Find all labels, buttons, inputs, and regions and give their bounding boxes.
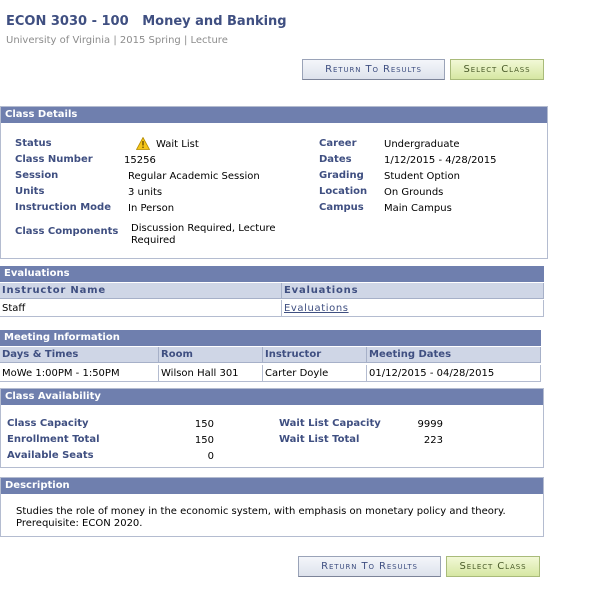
column-room: Room <box>159 347 263 363</box>
dates-value: 1/12/2015 - 4/28/2015 <box>384 155 497 166</box>
wait-list-capacity-value: 9999 <box>417 419 443 430</box>
return-to-results-button[interactable]: Return To Results <box>302 59 445 80</box>
enrollment-total-value: 150 <box>194 435 214 446</box>
campus-value: Main Campus <box>384 203 452 214</box>
class-availability-panel: Class Availability Class Capacity 150 En… <box>0 388 544 468</box>
wait-list-total-label: Wait List Total <box>279 434 360 445</box>
class-availability-heading: Class Availability <box>1 389 543 405</box>
return-to-results-button-bottom[interactable]: Return To Results <box>298 556 441 577</box>
class-components-label: Class Components <box>15 226 119 237</box>
meeting-instructor-cell: Carter Doyle <box>263 365 367 382</box>
description-heading: Description <box>1 478 543 494</box>
units-label: Units <box>15 186 45 197</box>
instruction-mode-value: In Person <box>128 203 175 214</box>
column-instructor-name: Instructor Name <box>0 283 282 299</box>
session-label: Session <box>15 170 59 181</box>
class-number-value: 15256 <box>124 155 156 166</box>
column-evaluations: Evaluations <box>282 283 544 299</box>
meeting-information-panel: Meeting Information Days & Times Room In… <box>0 330 541 383</box>
meeting-dates-cell: 01/12/2015 - 04/28/2015 <box>367 365 541 382</box>
units-value: 3 units <box>128 187 163 198</box>
wait-list-capacity-label: Wait List Capacity <box>279 418 381 429</box>
class-capacity-label: Class Capacity <box>7 418 89 429</box>
evaluations-heading: Evaluations <box>0 266 544 282</box>
class-details-heading: Class Details <box>1 107 547 123</box>
class-number-label: Class Number <box>15 154 93 165</box>
grading-value: Student Option <box>384 171 460 182</box>
location-value: On Grounds <box>384 187 444 198</box>
status-value: Wait List <box>156 139 199 150</box>
page-subtitle: University of Virginia | 2015 Spring | L… <box>6 35 228 46</box>
class-components-value-line2: Required <box>131 235 176 246</box>
evaluations-panel: Evaluations Instructor Name Evaluations … <box>0 266 544 318</box>
evaluation-link-cell: Evaluations <box>282 300 544 317</box>
grading-label: Grading <box>319 170 364 181</box>
wait-list-total-value: 223 <box>423 435 443 446</box>
column-instructor: Instructor <box>263 347 367 363</box>
available-seats-label: Available Seats <box>7 450 94 461</box>
meeting-days-times-cell: MoWe 1:00PM - 1:50PM <box>0 365 159 382</box>
description-text-line1: Studies the role of money in the economi… <box>16 506 506 517</box>
meeting-room-cell: Wilson Hall 301 <box>159 365 263 382</box>
column-meeting-dates: Meeting Dates <box>367 347 541 363</box>
campus-label: Campus <box>319 202 364 213</box>
select-class-button[interactable]: Select Class <box>450 59 544 80</box>
session-value: Regular Academic Session <box>128 171 260 182</box>
enrollment-total-label: Enrollment Total <box>7 434 100 445</box>
available-seats-value: 0 <box>207 451 214 462</box>
class-details-panel: Class Details Status Wait List Class Num… <box>0 106 548 259</box>
dates-label: Dates <box>319 154 352 165</box>
career-value: Undergraduate <box>384 139 460 150</box>
instruction-mode-label: Instruction Mode <box>15 202 111 213</box>
class-components-value-line1: Discussion Required, Lecture <box>131 223 276 234</box>
column-days-times: Days & Times <box>0 347 159 363</box>
status-label: Status <box>15 138 52 149</box>
meeting-information-heading: Meeting Information <box>0 330 541 346</box>
description-text-line2: Prerequisite: ECON 2020. <box>16 518 143 529</box>
class-capacity-value: 150 <box>194 419 214 430</box>
select-class-button-bottom[interactable]: Select Class <box>446 556 540 577</box>
evaluations-link[interactable]: Evaluations <box>284 303 349 314</box>
warning-triangle-icon <box>136 137 150 150</box>
location-label: Location <box>319 186 368 197</box>
page-title: ECON 3030 - 100 Money and Banking <box>6 14 287 29</box>
career-label: Career <box>319 138 357 149</box>
description-panel: Description Studies the role of money in… <box>0 477 544 537</box>
evaluation-instructor-cell: Staff <box>0 300 282 317</box>
